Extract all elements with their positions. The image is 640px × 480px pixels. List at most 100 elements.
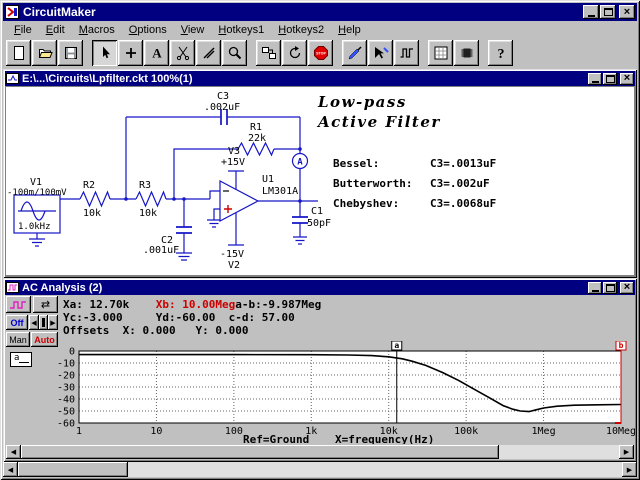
svg-text:-50: -50 [57,407,75,418]
stop-button[interactable]: STOP [308,40,333,66]
menu-macros[interactable]: Macros [72,22,122,38]
current-probe-label: A [297,158,303,168]
svg-text:-10: -10 [57,359,75,370]
schematic-maximize-button[interactable] [603,73,617,85]
open-folder-icon [37,45,53,61]
ac-maximize-button[interactable] [603,282,617,294]
run-probe-button[interactable] [368,40,393,66]
add-part-button[interactable] [118,40,143,66]
menu-hotkeys2[interactable]: Hotkeys2 [271,22,331,38]
close-icon: × [624,7,630,18]
scroll-left-button[interactable]: ◀ [6,445,21,459]
r1-ref: R1 [250,122,262,133]
note-bessel-name: Bessel: [333,157,379,170]
ac-analysis-window: AC Analysis (2) × ⇄ Off ◀ ▶ Man Auto Xa:… [3,278,637,462]
main-titlebar[interactable]: CircuitMaker × [3,3,637,21]
left-arrow-icon: ◀ [11,448,16,456]
svg-text:b: b [619,341,624,350]
trace-color-swatch [19,362,29,363]
c3-value: .002uF [204,102,240,113]
parts-browser-button[interactable] [256,40,281,66]
waveforms-button[interactable] [394,40,419,66]
text-icon: A [149,45,165,61]
close-button[interactable]: × [619,5,635,19]
wire-tool-button[interactable] [196,40,221,66]
ac-close-button[interactable]: × [620,282,634,294]
menu-edit[interactable]: Edit [39,22,72,38]
r2-ref: R2 [83,180,95,191]
cut-tool-button[interactable] [170,40,195,66]
parts-icon [261,45,277,61]
svg-text:?: ? [497,47,504,61]
wire-tool-icon [201,45,217,61]
prev-trace-button[interactable]: ◀ [29,315,39,330]
schematic-window: E:\...\Circuits\Lpfilter.ckt 100%(1) × [3,69,637,278]
c1-ref: C1 [311,206,323,217]
menu-options[interactable]: Options [122,22,174,38]
off-button[interactable]: Off [6,315,28,330]
menu-file[interactable]: File [7,22,39,38]
svg-text:X=frequency(Hz): X=frequency(Hz) [335,433,434,444]
trace-legend[interactable]: a [10,352,32,367]
note-chebyshev-name: Chebyshev: [333,197,399,210]
scroll-right-button[interactable]: ▶ [619,445,634,459]
save-icon [63,45,79,61]
note-butterworth-name: Butterworth: [333,177,412,190]
scroll-left-button[interactable]: ◀ [3,462,18,477]
ac-minimize-button[interactable] [588,282,602,294]
rotate-icon [287,45,303,61]
scrollbar-thumb[interactable] [21,445,499,459]
help-button[interactable]: ? [488,40,513,66]
menu-view[interactable]: View [174,22,212,38]
scissors-icon [175,45,191,61]
ac-titlebar[interactable]: AC Analysis (2) × [5,280,635,295]
window-title: CircuitMaker [23,5,582,19]
ac-horizontal-scrollbar[interactable]: ◀ ▶ [6,445,634,459]
schematic-heading-line2: Active Filter [316,113,441,131]
scrollbar-track[interactable] [499,445,619,459]
note-chebyshev-value: C3=.0068uF [430,197,496,210]
toolbar: A STOP ? [3,38,637,68]
swap-icon: ⇄ [41,298,50,311]
scrollbar-thumb[interactable] [18,462,128,477]
schematic-canvas[interactable]: A V1 -100m/100mV 1.0kHz R2 10k R3 10k C3… [6,87,634,275]
left-arrow-icon: ◀ [8,466,13,474]
main-horizontal-scrollbar[interactable]: ◀ ▶ [3,462,637,477]
bode-plot[interactable]: 0-10-20-30-40-50-601101001k10k100k1Meg10… [5,341,635,444]
opamp-symbol[interactable] [220,181,258,221]
trace-style-button[interactable] [6,296,31,313]
scrollbar-track[interactable] [128,462,622,477]
menu-help[interactable]: Help [331,22,368,38]
schematic-canvas-area: A V1 -100m/100mV 1.0kHz R2 10k R3 10k C3… [5,86,635,276]
save-button[interactable] [58,40,83,66]
u1-value: LM301A [262,186,298,197]
schematic-minimize-button[interactable] [588,73,602,85]
v2-ref: V2 [228,260,240,271]
schematic-titlebar[interactable]: E:\...\Circuits\Lpfilter.ckt 100%(1) × [5,71,635,86]
rotate-button[interactable] [282,40,307,66]
cursor-icon [97,45,113,61]
select-tool-button[interactable] [92,40,117,66]
minimize-button[interactable] [583,5,599,19]
next-trace-button[interactable]: ▶ [48,315,58,330]
schematic-close-button[interactable]: × [620,73,634,85]
chip-button[interactable] [454,40,479,66]
right-arrow-icon: ▶ [50,319,55,327]
cycle-traces-button[interactable]: ⇄ [33,296,58,313]
trace-indicator [39,315,48,330]
svg-text:0: 0 [69,347,75,358]
probe-tool-button[interactable] [342,40,367,66]
open-button[interactable] [32,40,57,66]
digital-grid-button[interactable] [428,40,453,66]
r2-value: 10k [83,208,101,219]
maximize-button[interactable] [600,5,616,19]
new-button[interactable] [6,40,31,66]
minimize-icon [592,81,599,83]
zoom-button[interactable] [222,40,247,66]
new-document-icon [11,45,27,61]
scroll-right-button[interactable]: ▶ [622,462,637,477]
menu-hotkeys1[interactable]: Hotkeys1 [211,22,271,38]
svg-text:10: 10 [150,426,162,437]
text-tool-button[interactable]: A [144,40,169,66]
c3-ref: C3 [217,91,229,102]
